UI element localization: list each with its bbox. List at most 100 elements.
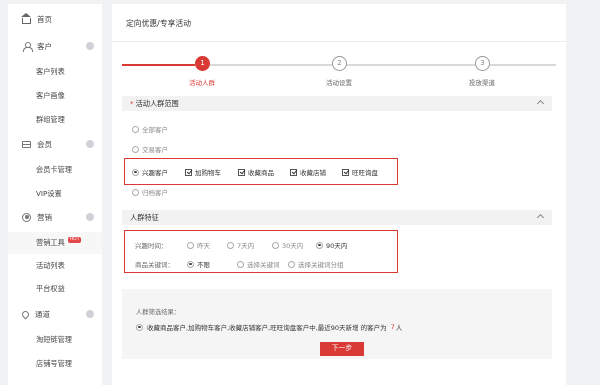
result-title: 人群筛选结果： (136, 309, 181, 316)
radio-time-30days[interactable]: 30天内 (272, 240, 303, 250)
collapse-toggle-icon[interactable] (86, 310, 94, 318)
radio-time-90days[interactable]: 90天内 (316, 240, 347, 250)
section-header-audience-scope[interactable]: * 活动人群范围 (122, 96, 552, 111)
sidebar-item-label: 客户画像 (36, 91, 65, 100)
radio-all-customers[interactable]: 全部客户 (132, 124, 168, 134)
section-title: 人群特征 (130, 212, 159, 222)
step-line (347, 64, 475, 66)
sidebar-group-label: 客户 (37, 41, 52, 51)
sidebar-item-label: 活动列表 (36, 261, 65, 270)
step-2-label: 活动设置 (326, 79, 352, 87)
radio-keyword-group[interactable]: 选择关键词分组 (288, 259, 344, 269)
radio-keyword-select[interactable]: 选择关键词 (237, 259, 280, 269)
sidebar-group-label: 会员 (37, 139, 52, 149)
collapse-toggle-icon[interactable] (86, 213, 94, 221)
sidebar-item-label: 店铺号管理 (36, 359, 72, 368)
sidebar-group-member[interactable]: 会员 (8, 133, 102, 155)
sidebar-item-customer-profile[interactable]: 客户画像 (8, 85, 102, 107)
radio-archived-customers[interactable]: 归档客户 (132, 187, 168, 197)
radio-selected-icon[interactable] (187, 260, 194, 268)
radio-icon[interactable] (132, 188, 139, 196)
sidebar-item-label: 平台权益 (36, 284, 65, 293)
divider (112, 41, 566, 42)
chevron-up-icon[interactable] (536, 213, 545, 222)
sidebar-item-label: 客户列表 (36, 67, 65, 76)
sidebar-item-short-link[interactable]: 淘短链管理 (8, 329, 102, 351)
radio-interest-customers[interactable]: 兴趣客户 (132, 167, 168, 177)
sidebar-item-marketing-tools[interactable]: 营销工具 HOT (8, 232, 102, 254)
sidebar-item-label: VIP设置 (36, 189, 62, 198)
result-text: 收藏商品客户,加购物车客户,收藏店铺客户,旺旺询盘客户中,最近90天新增 的客户… (147, 324, 387, 332)
sidebar-group-label: 营销 (37, 212, 52, 222)
radio-selected-icon[interactable] (132, 168, 139, 176)
result-count: 7 (390, 323, 395, 331)
section-title: 活动人群范围 (135, 98, 179, 108)
step-line (490, 64, 556, 66)
sidebar-item-customer-list[interactable]: 客户列表 (8, 61, 102, 83)
collapse-toggle-icon[interactable] (86, 42, 94, 50)
sidebar-group-label: 通道 (35, 309, 50, 319)
section-header-features[interactable]: 人群特征 (122, 210, 552, 225)
checkbox-wangwang-inquiry[interactable]: 旺旺询盘 (342, 167, 378, 177)
checkbox-checked-icon[interactable] (185, 168, 192, 176)
step-2-indicator: 2 (332, 56, 347, 71)
page-title: 定向优惠/专享活动 (126, 19, 192, 28)
sidebar-group-channel[interactable]: 通道 (8, 303, 102, 325)
chevron-up-icon[interactable] (536, 99, 545, 108)
next-step-button[interactable]: 下一步 (320, 342, 364, 356)
checkbox-checked-icon[interactable] (342, 168, 349, 176)
main-panel: 定向优惠/专享活动 1 2 3 活动人群 活动设置 投放渠道 * 活动人群范围 全… (112, 4, 566, 385)
sidebar: 首页 客户 客户列表 客户画像 群组管理 会员 会员卡管理 VIP设置 营销 营… (8, 4, 102, 385)
result-unit: 人 (395, 324, 403, 332)
sidebar-item-activity-list[interactable]: 活动列表 (8, 255, 102, 277)
sidebar-item-home[interactable]: 首页 (8, 8, 102, 30)
radio-trade-customers[interactable]: 交易客户 (132, 144, 168, 154)
tag-icon (20, 309, 31, 319)
checkbox-fav-shop[interactable]: 收藏店铺 (290, 167, 326, 177)
sidebar-group-customer[interactable]: 客户 (8, 35, 102, 57)
radio-icon[interactable] (227, 241, 234, 249)
sidebar-item-shop-account[interactable]: 店铺号管理 (8, 353, 102, 375)
sidebar-item-group-manage[interactable]: 群组管理 (8, 109, 102, 131)
card-icon (22, 141, 31, 148)
step-line (210, 64, 332, 66)
radio-time-7days[interactable]: 7天内 (227, 240, 254, 250)
checkbox-add-to-cart[interactable]: 加购物车 (185, 167, 221, 177)
sidebar-item-label: 群组管理 (36, 115, 65, 124)
sidebar-item-label: 会员卡管理 (36, 165, 72, 174)
radio-icon[interactable] (132, 125, 139, 133)
radio-icon[interactable] (132, 145, 139, 153)
checkbox-checked-icon[interactable] (290, 168, 297, 176)
step-1-indicator: 1 (195, 56, 210, 71)
radio-icon[interactable] (187, 241, 194, 249)
sidebar-item-label: 营销工具 (36, 238, 65, 247)
radio-icon[interactable] (237, 260, 244, 268)
radio-selected-icon[interactable] (316, 241, 323, 249)
result-option[interactable]: 收藏商品客户,加购物车客户,收藏店铺客户,旺旺询盘客户中,最近90天新增 的客户… (136, 322, 402, 332)
radio-selected-icon[interactable] (136, 323, 143, 331)
sidebar-item-label: 淘短链管理 (36, 335, 72, 344)
broadcast-icon (22, 212, 31, 222)
radio-icon[interactable] (272, 241, 279, 249)
interest-time-label: 兴趣时间： (135, 242, 168, 250)
step-3-label: 投放渠道 (469, 79, 495, 87)
required-mark: * (130, 98, 134, 108)
sidebar-item-member-card[interactable]: 会员卡管理 (8, 159, 102, 181)
user-icon (22, 41, 33, 52)
sidebar-group-marketing[interactable]: 营销 (8, 206, 102, 228)
radio-keyword-unlimited[interactable]: 不限 (187, 259, 210, 269)
collapse-toggle-icon[interactable] (86, 140, 94, 148)
sidebar-item-vip-settings[interactable]: VIP设置 (8, 183, 102, 205)
keyword-label: 商品关键词： (135, 261, 174, 269)
step-line-done (122, 64, 195, 66)
sidebar-item-platform-rights[interactable]: 平台权益 (8, 278, 102, 300)
radio-time-yesterday[interactable]: 昨天 (187, 240, 210, 250)
checkbox-checked-icon[interactable] (238, 168, 245, 176)
checkbox-fav-product[interactable]: 收藏商品 (238, 167, 274, 177)
radio-icon[interactable] (288, 260, 295, 268)
hot-badge: HOT (67, 237, 82, 243)
home-icon (21, 12, 31, 24)
step-3-indicator: 3 (475, 56, 490, 71)
step-1-label: 活动人群 (189, 79, 215, 87)
sidebar-item-label: 首页 (37, 14, 52, 24)
